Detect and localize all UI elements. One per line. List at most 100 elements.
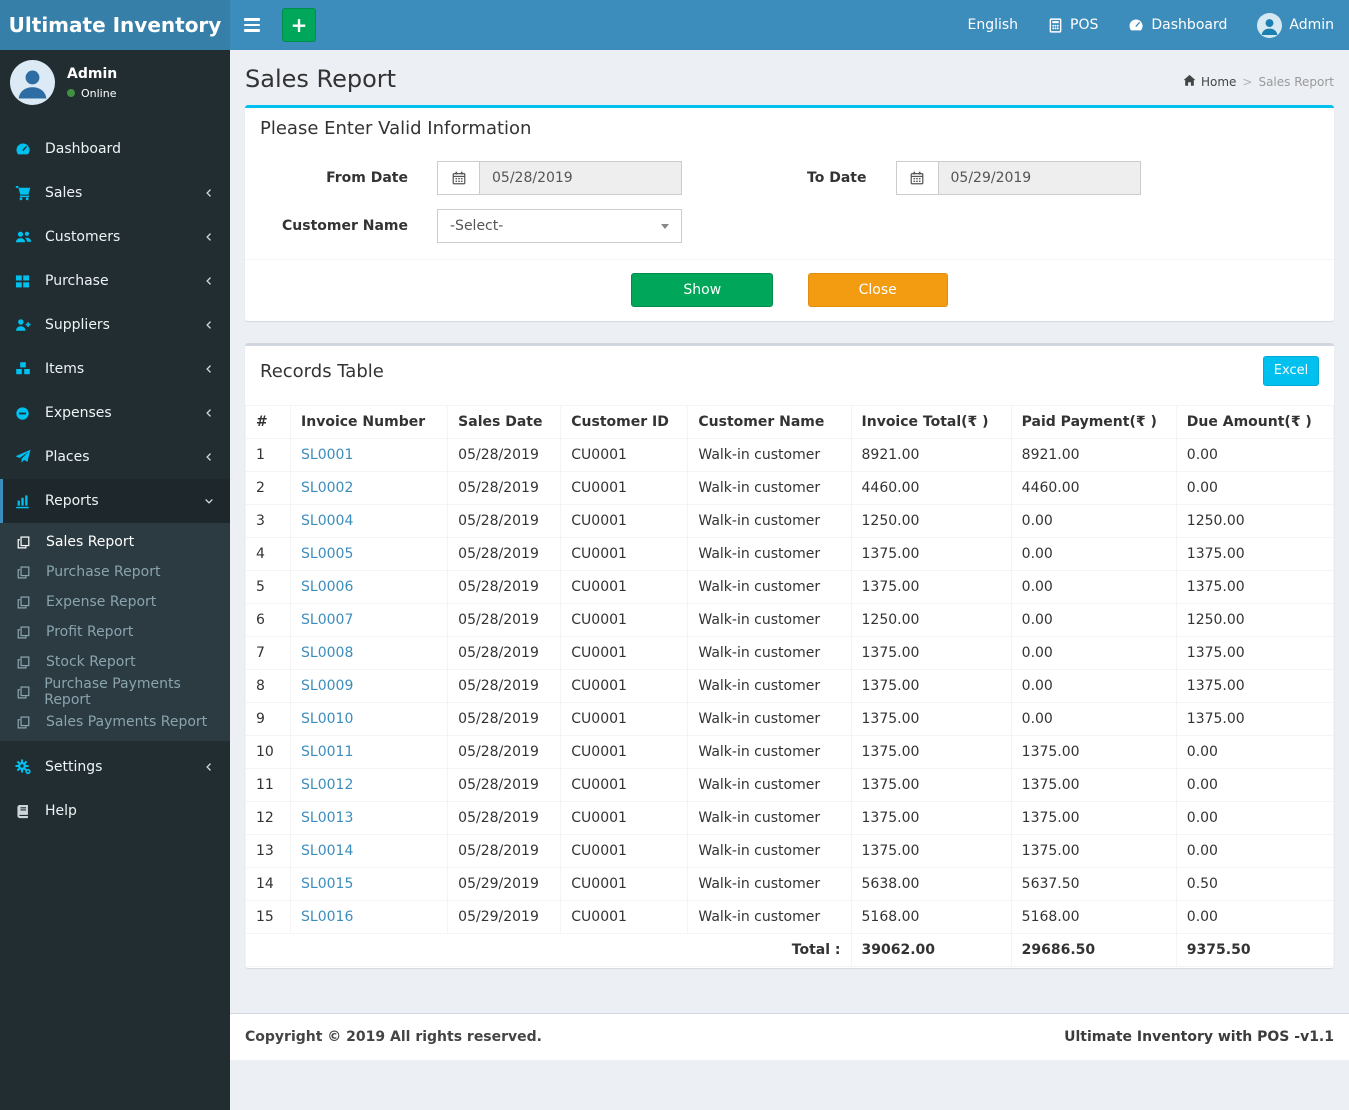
invoice-link[interactable]: SL0007: [301, 612, 353, 628]
show-button[interactable]: Show: [631, 273, 774, 307]
invoice-total: 1375.00: [850, 669, 1012, 703]
add-new-button[interactable]: +: [282, 8, 316, 42]
sidebar-item-customers[interactable]: Customers: [0, 215, 230, 259]
chevron-left-icon: [203, 187, 215, 199]
paid-payment: 0.00: [1010, 537, 1177, 571]
invoice-link[interactable]: SL0010: [301, 711, 353, 727]
sidebar-item-reports[interactable]: Reports: [0, 479, 230, 523]
table-row: 7 SL0008 05/28/2019 CU0001 Walk-in customer 1…: [244, 636, 1335, 670]
customer-name: Walk-in customer: [687, 735, 852, 769]
filter-panel: Please Enter Valid Information From Date: [245, 105, 1334, 321]
sales-date: 05/28/2019: [447, 570, 562, 604]
invoice-link[interactable]: SL0009: [301, 678, 353, 694]
row-index: 14: [244, 867, 292, 901]
brand-title: Ultimate Inventory: [8, 13, 222, 37]
sales-date: 05/29/2019: [447, 867, 562, 901]
row-index: 6: [244, 603, 292, 637]
invoice-total: 1375.00: [850, 702, 1012, 736]
breadcrumb-home-label: Home: [1200, 75, 1237, 89]
table-row: 8 SL0009 05/28/2019 CU0001 Walk-in customer 1…: [244, 669, 1335, 703]
sidebar-item-places[interactable]: Places: [0, 435, 230, 479]
submenu-item-label: Stock Report: [46, 654, 136, 670]
sales-date: 05/28/2019: [447, 471, 562, 505]
customer-id: CU0001: [560, 504, 689, 538]
invoice-link[interactable]: SL0004: [301, 513, 353, 529]
sidebar: Admin Online Dashboard Sales Customers P…: [0, 50, 230, 1110]
due-amount: 1250.00: [1175, 603, 1335, 637]
sidebar-item-purchase-payments-report[interactable]: Purchase Payments Report: [0, 676, 230, 708]
invoice-link[interactable]: SL0002: [301, 480, 353, 496]
sidebar-item-profit-report[interactable]: Profit Report: [0, 617, 230, 647]
due-amount: 0.00: [1175, 735, 1335, 769]
sidebar-item-sales[interactable]: Sales: [0, 171, 230, 215]
submenu-item-label: Sales Report: [46, 534, 135, 550]
customer-id: CU0001: [560, 603, 689, 637]
user-menu[interactable]: Admin: [1242, 0, 1349, 50]
copy-icon: [17, 565, 37, 579]
customer-name: Walk-in customer: [687, 801, 852, 835]
submenu-item-label: Expense Report: [46, 594, 157, 610]
invoice-total: 8921.00: [850, 438, 1012, 472]
pos-link[interactable]: POS: [1033, 0, 1113, 50]
sidebar-item-expenses[interactable]: Expenses: [0, 391, 230, 435]
paid-payment: 0.00: [1010, 669, 1177, 703]
invoice-link[interactable]: SL0016: [301, 909, 353, 925]
page-title: Sales Report: [245, 65, 397, 93]
column-header: Paid Payment(₹ ): [1010, 405, 1177, 439]
invoice-cell: SL0004: [290, 504, 449, 538]
invoice-cell: SL0011: [290, 735, 449, 769]
reports-submenu: Sales Report Purchase Report Expense Rep…: [0, 523, 230, 741]
sidebar-item-purchase[interactable]: Purchase: [0, 259, 230, 303]
from-date-group: [437, 161, 682, 195]
sidebar-item-sales-payments-report[interactable]: Sales Payments Report: [0, 707, 230, 737]
invoice-link[interactable]: SL0013: [301, 810, 353, 826]
calendar-icon[interactable]: [437, 161, 479, 195]
sidebar-item-suppliers[interactable]: Suppliers: [0, 303, 230, 347]
from-date-input[interactable]: [479, 161, 682, 195]
column-header: Customer Name: [687, 405, 852, 439]
invoice-link[interactable]: SL0014: [301, 843, 353, 859]
sidebar-item-stock-report[interactable]: Stock Report: [0, 647, 230, 677]
language-menu[interactable]: English: [952, 0, 1033, 50]
invoice-link[interactable]: SL0011: [301, 744, 353, 760]
sales-date: 05/28/2019: [447, 504, 562, 538]
invoice-link[interactable]: SL0015: [301, 876, 353, 892]
invoice-cell: SL0009: [290, 669, 449, 703]
excel-export-button[interactable]: Excel: [1263, 356, 1319, 386]
sidebar-item-help[interactable]: Help: [0, 789, 230, 833]
brand-logo[interactable]: Ultimate Inventory: [0, 0, 230, 50]
sales-date: 05/28/2019: [447, 702, 562, 736]
invoice-link[interactable]: SL0001: [301, 447, 353, 463]
sidebar-toggle-button[interactable]: [230, 0, 274, 50]
table-header-row: # Invoice Number Sales Date Customer ID Cust…: [244, 405, 1335, 439]
breadcrumb-home-link[interactable]: Home: [1183, 74, 1236, 90]
invoice-cell: SL0010: [290, 702, 449, 736]
copy-icon: [17, 715, 37, 729]
customer-id: CU0001: [560, 768, 689, 802]
sidebar-item-purchase-report[interactable]: Purchase Report: [0, 557, 230, 587]
sales-date: 05/28/2019: [447, 735, 562, 769]
row-index: 15: [244, 900, 292, 934]
records-panel-title: Records Table: [260, 360, 384, 382]
invoice-link[interactable]: SL0006: [301, 579, 353, 595]
invoice-cell: SL0001: [290, 438, 449, 472]
sidebar-item-sales-report[interactable]: Sales Report: [0, 527, 230, 557]
column-header: Due Amount(₹ ): [1175, 405, 1335, 439]
customer-select[interactable]: -Select-: [437, 209, 682, 243]
minus-circle-icon: [15, 406, 37, 421]
customer-id: CU0001: [560, 735, 689, 769]
sidebar-item-settings[interactable]: Settings: [0, 745, 230, 789]
sidebar-item-dashboard[interactable]: Dashboard: [0, 127, 230, 171]
customer-id: CU0001: [560, 537, 689, 571]
due-amount: 1375.00: [1175, 570, 1335, 604]
to-date-input[interactable]: [937, 161, 1141, 195]
invoice-link[interactable]: SL0012: [301, 777, 353, 793]
calendar-icon[interactable]: [895, 161, 938, 195]
invoice-link[interactable]: SL0008: [301, 645, 353, 661]
invoice-link[interactable]: SL0005: [301, 546, 353, 562]
sidebar-item-expense-report[interactable]: Expense Report: [0, 587, 230, 617]
close-button[interactable]: Close: [807, 273, 948, 307]
dashboard-link[interactable]: Dashboard: [1113, 0, 1242, 50]
paid-payment: 5637.50: [1010, 867, 1177, 901]
sidebar-item-items[interactable]: Items: [0, 347, 230, 391]
